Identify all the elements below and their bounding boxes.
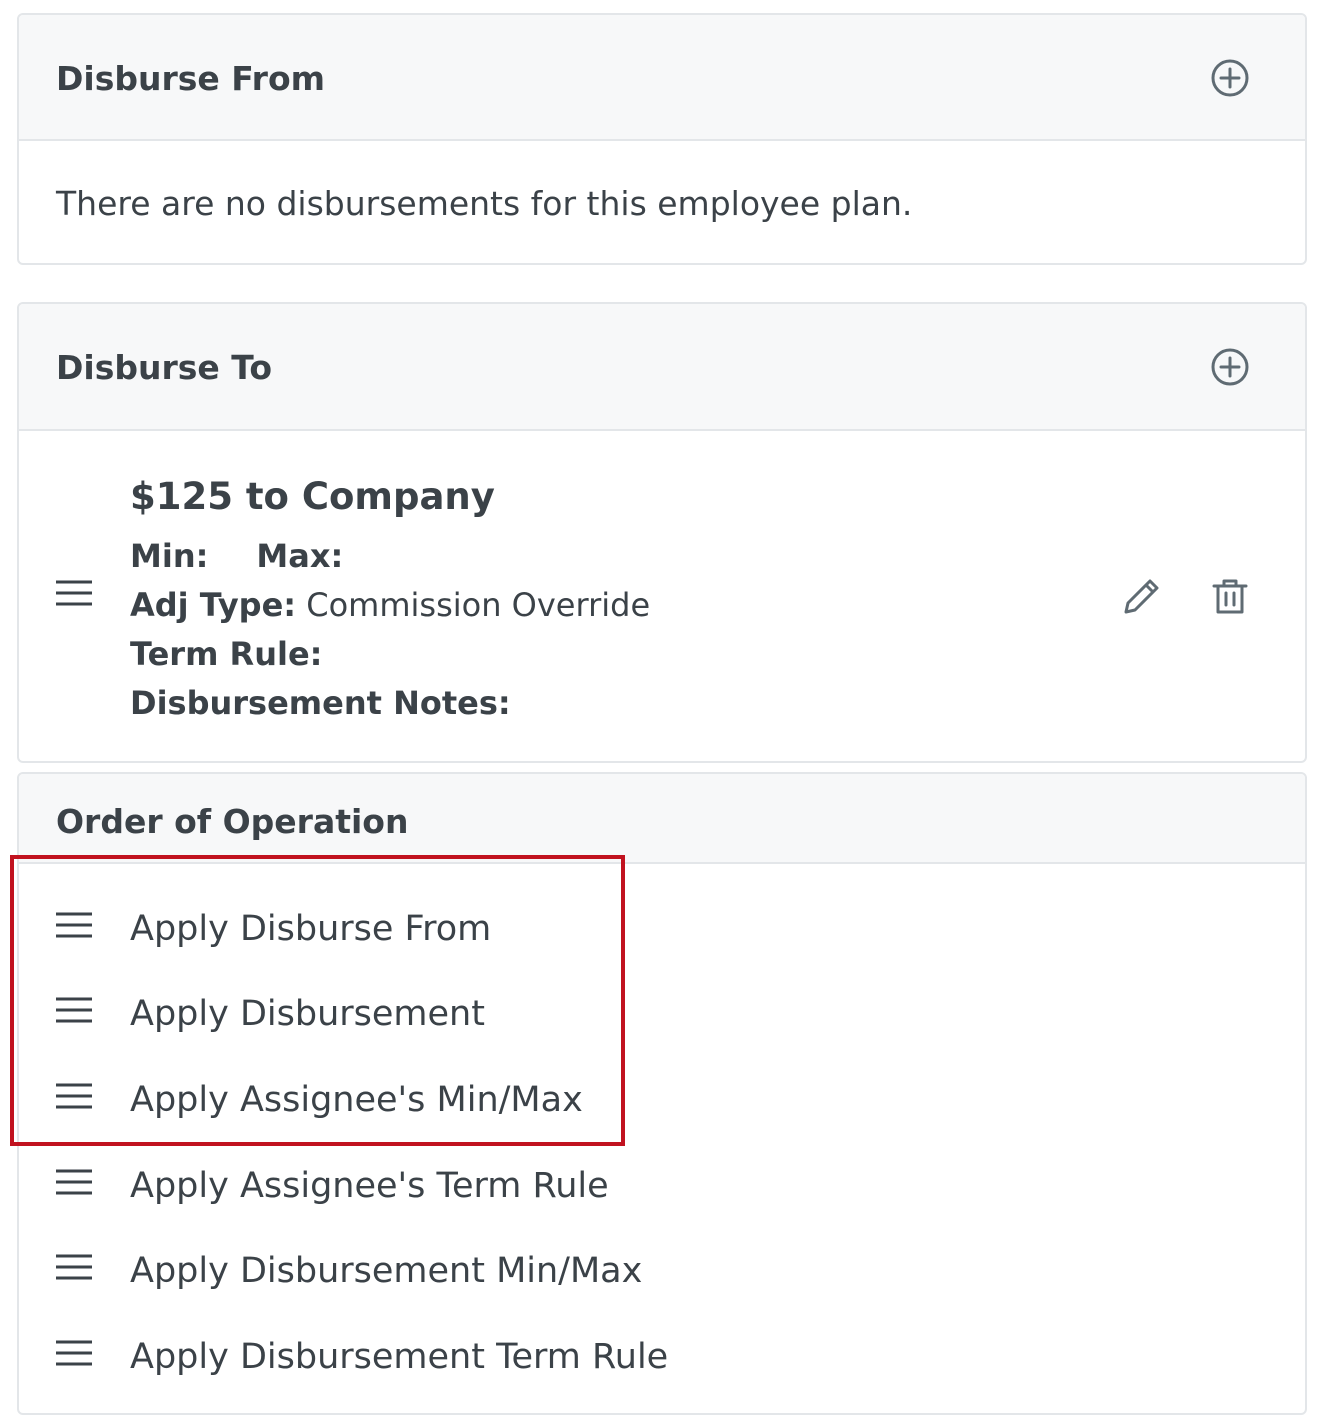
operation-label: Apply Assignee's Min/Max — [130, 1080, 583, 1120]
drag-handle[interactable] — [54, 1253, 94, 1281]
disbursement-notes: Disbursement Notes: — [130, 684, 511, 722]
drag-handle[interactable] — [54, 1082, 94, 1110]
drag-handle-icon — [56, 997, 92, 1023]
drag-handle[interactable] — [54, 996, 94, 1024]
disbursement-term-rule: Term Rule: — [130, 635, 322, 673]
delete-disbursement-button[interactable] — [1210, 576, 1250, 616]
disbursement-item: $125 to Company Min: Max: Adj Type: Commi… — [19, 431, 1305, 761]
list-item[interactable]: Apply Disburse From — [19, 899, 1305, 959]
list-item[interactable]: Apply Disbursement — [19, 984, 1305, 1044]
list-item[interactable]: Apply Disbursement Min/Max — [19, 1241, 1305, 1301]
order-of-operation-header: Order of Operation — [19, 774, 1305, 864]
max-label: Max: — [256, 537, 344, 575]
adj-type-label: Adj Type: — [130, 586, 297, 624]
disburse-from-header: Disburse From — [19, 15, 1305, 141]
order-of-operation-card: Order of Operation Apply Disburse From A… — [17, 772, 1307, 1415]
drag-handle-icon — [56, 1083, 92, 1109]
disburse-from-title: Disburse From — [56, 59, 326, 98]
list-item[interactable]: Apply Assignee's Term Rule — [19, 1156, 1305, 1216]
trash-icon — [1212, 579, 1248, 614]
edit-disbursement-button[interactable] — [1122, 576, 1162, 616]
drag-handle[interactable] — [54, 911, 94, 939]
disburse-to-title: Disburse To — [56, 348, 273, 387]
drag-handle-icon — [56, 1254, 92, 1280]
pencil-icon — [1124, 579, 1159, 614]
disbursement-notes-label: Disbursement Notes: — [130, 684, 511, 722]
disbursement-adj-type: Adj Type: Commission Override — [130, 586, 650, 624]
disburse-to-header: Disburse To — [19, 304, 1305, 431]
disbursement-drag-handle[interactable] — [54, 579, 94, 607]
term-rule-label: Term Rule: — [130, 635, 323, 673]
disburse-to-card: Disburse To $125 to Company Min: Max: Adj… — [17, 302, 1307, 763]
disbursement-title: $125 to Company — [130, 475, 495, 518]
operation-label: Apply Assignee's Term Rule — [130, 1166, 609, 1206]
list-item[interactable]: Apply Disbursement Term Rule — [19, 1327, 1305, 1387]
add-disburse-to-button[interactable] — [1210, 347, 1250, 387]
plus-circle-icon — [1211, 59, 1249, 97]
drag-handle-icon — [56, 912, 92, 938]
operation-label: Apply Disbursement Min/Max — [130, 1251, 643, 1291]
list-item[interactable]: Apply Assignee's Min/Max — [19, 1070, 1305, 1130]
no-disbursements-message: There are no disbursements for this empl… — [56, 184, 913, 223]
min-label: Min: — [130, 537, 209, 575]
disbursement-min-max: Min: Max: — [130, 537, 343, 575]
drag-handle-icon — [56, 580, 92, 606]
drag-handle-icon — [56, 1169, 92, 1195]
disburse-from-card: Disburse From There are no disbursements… — [17, 13, 1307, 265]
drag-handle-icon — [56, 1340, 92, 1366]
operation-label: Apply Disbursement Term Rule — [130, 1337, 669, 1377]
order-of-operation-title: Order of Operation — [56, 802, 409, 841]
drag-handle[interactable] — [54, 1339, 94, 1367]
add-disburse-from-button[interactable] — [1210, 58, 1250, 98]
operation-label: Apply Disbursement — [130, 994, 485, 1034]
plus-circle-icon — [1211, 348, 1249, 386]
operation-label: Apply Disburse From — [130, 909, 492, 949]
adj-type-value: Commission Override — [306, 586, 651, 624]
drag-handle[interactable] — [54, 1168, 94, 1196]
